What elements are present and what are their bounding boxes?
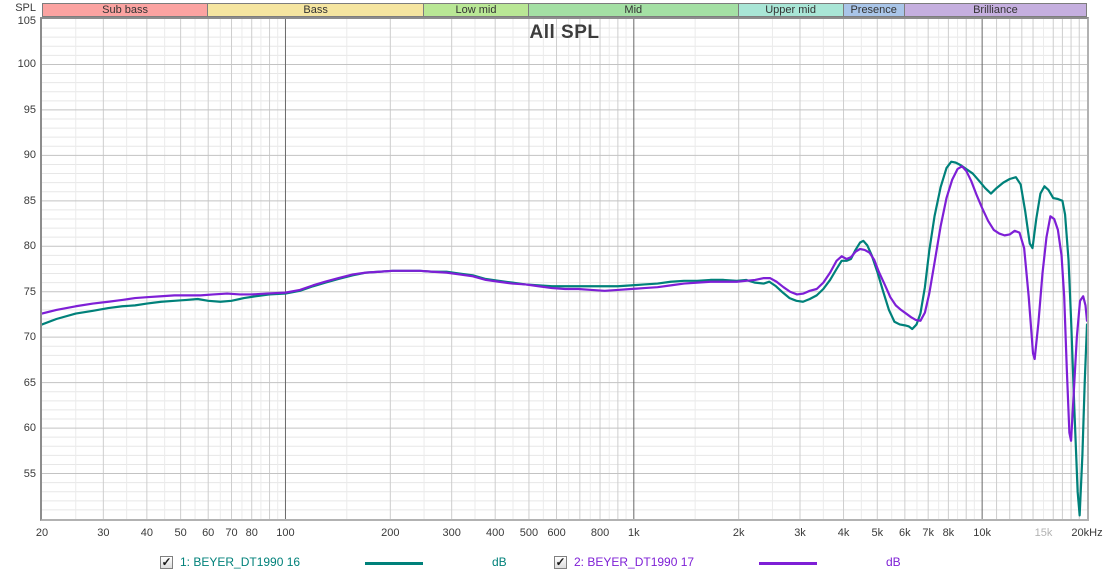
band-presence: Presence (843, 3, 905, 17)
x-tick-label: 8k (942, 527, 955, 539)
y-tick-label: 55 (23, 467, 36, 480)
y-tick-label: 60 (23, 422, 36, 435)
measurement-2-label[interactable]: 2: BEYER_DT1990 17 (574, 555, 694, 569)
x-tick-label: 20kHz (1071, 527, 1103, 539)
plot-canvas (42, 19, 1087, 519)
x-tick-label: 6k (899, 527, 911, 539)
band-brilliance: Brilliance (904, 3, 1087, 17)
x-tick-label: 200 (381, 527, 400, 539)
x-tick-label: 1k (627, 527, 640, 539)
x-tick-label: 800 (590, 527, 610, 539)
measurement-2-checkbox[interactable]: ✓ (554, 556, 567, 569)
x-tick-label: 400 (486, 527, 505, 539)
measurement-1-checkbox[interactable]: ✓ (160, 556, 173, 569)
x-tick-label: 500 (519, 527, 539, 539)
x-tick-label: 15k (1034, 527, 1053, 539)
measurement-1-label[interactable]: 1: BEYER_DT1990 16 (180, 555, 300, 569)
rew-all-spl-window: SPL Sub bass Bass Low mid Mid Upper mid Prese… (0, 0, 1110, 579)
measurement-1-unit: dB (492, 555, 507, 569)
chart-title: All SPL (529, 22, 600, 43)
x-tick-label: 20 (35, 527, 49, 539)
band-low-mid: Low mid (424, 3, 529, 17)
y-tick-label: 80 (23, 240, 36, 253)
band-bass: Bass (208, 3, 425, 17)
band-sub-bass: Sub bass (42, 3, 209, 17)
x-tick-label: 70 (225, 527, 238, 539)
x-tick-label: 10k (973, 527, 992, 539)
x-tick-label: 50 (174, 527, 187, 539)
x-tick-label: 2k (732, 527, 745, 539)
y-tick-label: 100 (17, 58, 36, 71)
band-mid: Mid (528, 3, 739, 17)
x-tick-label: 5k (871, 527, 884, 539)
x-tick-label: 3k (794, 527, 806, 539)
y-tick-label: 95 (23, 103, 36, 116)
y-tick-label: 85 (23, 194, 36, 207)
series-line-1 (42, 160, 1087, 517)
y-tick-label: 90 (23, 149, 36, 162)
measurement-2-line-swatch (759, 562, 817, 565)
x-tick-label: 600 (547, 527, 566, 539)
x-tick-label: 40 (140, 527, 153, 539)
x-tick-label: 300 (442, 527, 461, 539)
x-tick-label: 30 (97, 527, 110, 539)
x-tick-label: 7k (922, 527, 934, 539)
x-tick-label: 80 (245, 527, 258, 539)
plot-area (40, 17, 1089, 521)
y-tick-label: 70 (23, 331, 36, 344)
x-tick-label: 4k (837, 527, 850, 539)
measurement-2-unit: dB (886, 555, 901, 569)
y-axis-name: SPL (15, 2, 36, 14)
band-upper-mid: Upper mid (738, 3, 844, 17)
y-tick-label: 75 (23, 285, 36, 298)
y-tick-label: 65 (23, 376, 36, 389)
measurement-1-line-swatch (365, 562, 423, 565)
x-tick-label: 100 (276, 527, 295, 539)
y-tick-label: 105 (17, 15, 36, 27)
x-tick-label: 60 (202, 527, 215, 539)
series-line-2 (42, 165, 1087, 442)
